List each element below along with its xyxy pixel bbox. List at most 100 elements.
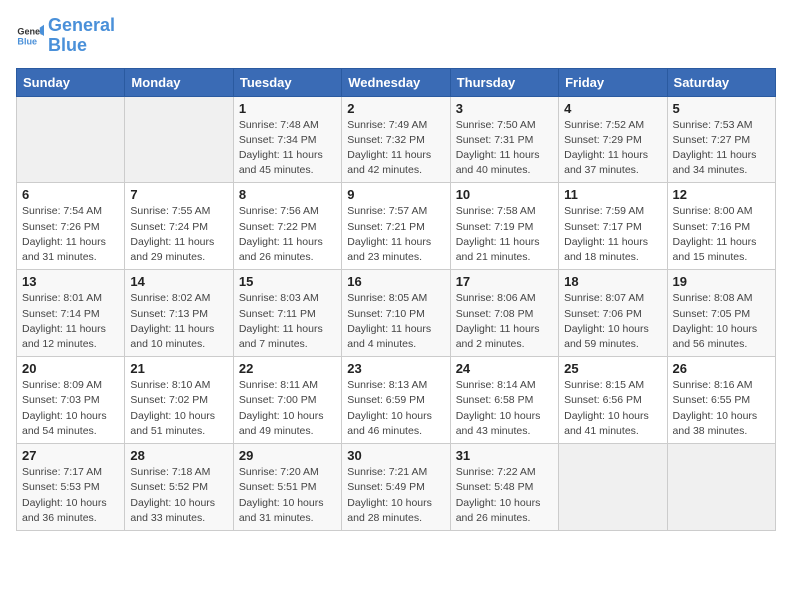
- svg-text:Blue: Blue: [17, 36, 37, 46]
- day-number: 5: [673, 101, 770, 116]
- weekday-header-saturday: Saturday: [667, 68, 775, 96]
- day-info: Sunrise: 8:07 AM Sunset: 7:06 PM Dayligh…: [564, 291, 661, 352]
- calendar-week-2: 6 Sunrise: 7:54 AM Sunset: 7:26 PM Daylig…: [17, 183, 776, 270]
- page-header: General Blue GeneralBlue: [16, 16, 776, 56]
- weekday-header-tuesday: Tuesday: [233, 68, 341, 96]
- calendar-week-1: 1 Sunrise: 7:48 AM Sunset: 7:34 PM Daylig…: [17, 96, 776, 183]
- day-info: Sunrise: 7:55 AM Sunset: 7:24 PM Dayligh…: [130, 204, 227, 265]
- weekday-header-wednesday: Wednesday: [342, 68, 450, 96]
- day-number: 16: [347, 274, 444, 289]
- day-info: Sunrise: 7:57 AM Sunset: 7:21 PM Dayligh…: [347, 204, 444, 265]
- day-info: Sunrise: 7:48 AM Sunset: 7:34 PM Dayligh…: [239, 118, 336, 179]
- logo: General Blue GeneralBlue: [16, 16, 115, 56]
- day-number: 21: [130, 361, 227, 376]
- day-info: Sunrise: 8:00 AM Sunset: 7:16 PM Dayligh…: [673, 204, 770, 265]
- day-info: Sunrise: 8:15 AM Sunset: 6:56 PM Dayligh…: [564, 378, 661, 439]
- calendar-cell: 12 Sunrise: 8:00 AM Sunset: 7:16 PM Dayli…: [667, 183, 775, 270]
- day-number: 7: [130, 187, 227, 202]
- calendar-week-3: 13 Sunrise: 8:01 AM Sunset: 7:14 PM Dayli…: [17, 270, 776, 357]
- calendar-cell: 9 Sunrise: 7:57 AM Sunset: 7:21 PM Daylig…: [342, 183, 450, 270]
- calendar-cell: 7 Sunrise: 7:55 AM Sunset: 7:24 PM Daylig…: [125, 183, 233, 270]
- weekday-header-row: SundayMondayTuesdayWednesdayThursdayFrid…: [17, 68, 776, 96]
- calendar-cell: 19 Sunrise: 8:08 AM Sunset: 7:05 PM Dayli…: [667, 270, 775, 357]
- day-info: Sunrise: 7:18 AM Sunset: 5:52 PM Dayligh…: [130, 465, 227, 526]
- calendar-cell: 1 Sunrise: 7:48 AM Sunset: 7:34 PM Daylig…: [233, 96, 341, 183]
- calendar-cell: 20Sunrise: 8:09 AM Sunset: 7:03 PM Dayli…: [17, 357, 125, 444]
- day-number: 24: [456, 361, 553, 376]
- weekday-header-thursday: Thursday: [450, 68, 558, 96]
- calendar-cell: [17, 96, 125, 183]
- calendar-cell: 27Sunrise: 7:17 AM Sunset: 5:53 PM Dayli…: [17, 444, 125, 531]
- day-info: Sunrise: 8:01 AM Sunset: 7:14 PM Dayligh…: [22, 291, 119, 352]
- calendar-cell: 13 Sunrise: 8:01 AM Sunset: 7:14 PM Dayli…: [17, 270, 125, 357]
- day-info: Sunrise: 7:53 AM Sunset: 7:27 PM Dayligh…: [673, 118, 770, 179]
- day-info: Sunrise: 8:14 AM Sunset: 6:58 PM Dayligh…: [456, 378, 553, 439]
- logo-text: GeneralBlue: [48, 16, 115, 56]
- day-info: Sunrise: 7:54 AM Sunset: 7:26 PM Dayligh…: [22, 204, 119, 265]
- day-info: Sunrise: 8:02 AM Sunset: 7:13 PM Dayligh…: [130, 291, 227, 352]
- calendar-cell: 15 Sunrise: 8:03 AM Sunset: 7:11 PM Dayli…: [233, 270, 341, 357]
- day-number: 3: [456, 101, 553, 116]
- calendar-cell: 10Sunrise: 7:58 AM Sunset: 7:19 PM Dayli…: [450, 183, 558, 270]
- day-number: 9: [347, 187, 444, 202]
- calendar-cell: 16Sunrise: 8:05 AM Sunset: 7:10 PM Dayli…: [342, 270, 450, 357]
- day-info: Sunrise: 8:13 AM Sunset: 6:59 PM Dayligh…: [347, 378, 444, 439]
- day-number: 28: [130, 448, 227, 463]
- calendar-cell: 4 Sunrise: 7:52 AM Sunset: 7:29 PM Daylig…: [559, 96, 667, 183]
- day-number: 13: [22, 274, 119, 289]
- day-info: Sunrise: 8:16 AM Sunset: 6:55 PM Dayligh…: [673, 378, 770, 439]
- day-number: 29: [239, 448, 336, 463]
- calendar-cell: 3 Sunrise: 7:50 AM Sunset: 7:31 PM Daylig…: [450, 96, 558, 183]
- weekday-header-friday: Friday: [559, 68, 667, 96]
- day-number: 17: [456, 274, 553, 289]
- day-number: 25: [564, 361, 661, 376]
- calendar-cell: 21 Sunrise: 8:10 AM Sunset: 7:02 PM Dayli…: [125, 357, 233, 444]
- calendar-cell: 24 Sunrise: 8:14 AM Sunset: 6:58 PM Dayli…: [450, 357, 558, 444]
- day-number: 11: [564, 187, 661, 202]
- day-info: Sunrise: 8:11 AM Sunset: 7:00 PM Dayligh…: [239, 378, 336, 439]
- day-info: Sunrise: 8:10 AM Sunset: 7:02 PM Dayligh…: [130, 378, 227, 439]
- day-number: 22: [239, 361, 336, 376]
- calendar-week-5: 27Sunrise: 7:17 AM Sunset: 5:53 PM Dayli…: [17, 444, 776, 531]
- day-info: Sunrise: 8:06 AM Sunset: 7:08 PM Dayligh…: [456, 291, 553, 352]
- calendar-cell: 29 Sunrise: 7:20 AM Sunset: 5:51 PM Dayli…: [233, 444, 341, 531]
- calendar-cell: [125, 96, 233, 183]
- day-number: 23: [347, 361, 444, 376]
- calendar-cell: 25 Sunrise: 8:15 AM Sunset: 6:56 PM Dayli…: [559, 357, 667, 444]
- day-number: 19: [673, 274, 770, 289]
- day-info: Sunrise: 7:50 AM Sunset: 7:31 PM Dayligh…: [456, 118, 553, 179]
- calendar-cell: 6 Sunrise: 7:54 AM Sunset: 7:26 PM Daylig…: [17, 183, 125, 270]
- logo-icon: General Blue: [16, 22, 44, 50]
- calendar-week-4: 20Sunrise: 8:09 AM Sunset: 7:03 PM Dayli…: [17, 357, 776, 444]
- day-info: Sunrise: 7:22 AM Sunset: 5:48 PM Dayligh…: [456, 465, 553, 526]
- day-number: 31: [456, 448, 553, 463]
- day-number: 27: [22, 448, 119, 463]
- day-info: Sunrise: 7:56 AM Sunset: 7:22 PM Dayligh…: [239, 204, 336, 265]
- day-info: Sunrise: 8:03 AM Sunset: 7:11 PM Dayligh…: [239, 291, 336, 352]
- calendar-cell: [667, 444, 775, 531]
- calendar-cell: 8Sunrise: 7:56 AM Sunset: 7:22 PM Daylig…: [233, 183, 341, 270]
- day-number: 6: [22, 187, 119, 202]
- day-number: 4: [564, 101, 661, 116]
- day-number: 12: [673, 187, 770, 202]
- day-number: 30: [347, 448, 444, 463]
- calendar-cell: 14Sunrise: 8:02 AM Sunset: 7:13 PM Dayli…: [125, 270, 233, 357]
- day-info: Sunrise: 7:21 AM Sunset: 5:49 PM Dayligh…: [347, 465, 444, 526]
- calendar-cell: [559, 444, 667, 531]
- day-info: Sunrise: 7:20 AM Sunset: 5:51 PM Dayligh…: [239, 465, 336, 526]
- day-number: 1: [239, 101, 336, 116]
- day-info: Sunrise: 7:52 AM Sunset: 7:29 PM Dayligh…: [564, 118, 661, 179]
- calendar-body: 1 Sunrise: 7:48 AM Sunset: 7:34 PM Daylig…: [17, 96, 776, 530]
- calendar-cell: 26 Sunrise: 8:16 AM Sunset: 6:55 PM Dayli…: [667, 357, 775, 444]
- calendar-cell: 23 Sunrise: 8:13 AM Sunset: 6:59 PM Dayli…: [342, 357, 450, 444]
- weekday-header-sunday: Sunday: [17, 68, 125, 96]
- calendar-cell: 2Sunrise: 7:49 AM Sunset: 7:32 PM Daylig…: [342, 96, 450, 183]
- day-info: Sunrise: 8:09 AM Sunset: 7:03 PM Dayligh…: [22, 378, 119, 439]
- day-number: 15: [239, 274, 336, 289]
- day-number: 26: [673, 361, 770, 376]
- day-info: Sunrise: 8:08 AM Sunset: 7:05 PM Dayligh…: [673, 291, 770, 352]
- calendar-table: SundayMondayTuesdayWednesdayThursdayFrid…: [16, 68, 776, 531]
- weekday-header-monday: Monday: [125, 68, 233, 96]
- day-info: Sunrise: 7:59 AM Sunset: 7:17 PM Dayligh…: [564, 204, 661, 265]
- calendar-cell: 11 Sunrise: 7:59 AM Sunset: 7:17 PM Dayli…: [559, 183, 667, 270]
